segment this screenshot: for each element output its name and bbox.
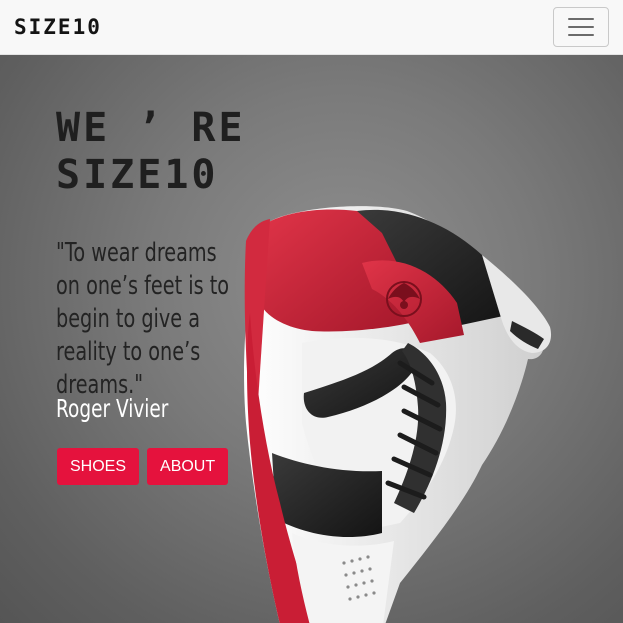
navbar-toggler-button[interactable] xyxy=(553,7,609,47)
hamburger-icon xyxy=(568,18,594,20)
hero-headline: WE ’ RE SIZE10 xyxy=(56,105,256,199)
quote-author: Roger Vivier xyxy=(56,394,169,423)
hamburger-icon xyxy=(568,34,594,36)
sneaker-image xyxy=(244,206,552,623)
hero-actions: SHOES ABOUT xyxy=(57,448,229,485)
hero-quote: "To wear dreams on one’s feet is to begi… xyxy=(56,238,230,400)
headline-line-2: SIZE10 xyxy=(56,152,219,198)
hero-section: WE ’ RE SIZE10 "To wear dreams on one’s … xyxy=(0,55,623,623)
brand-logo[interactable]: SIZE10 xyxy=(14,15,102,39)
hamburger-icon xyxy=(568,26,594,28)
hero-text: WE ’ RE SIZE10 "To wear dreams on one’s … xyxy=(56,105,256,423)
headline-line-1: WE ’ RE xyxy=(56,105,246,151)
shoes-button[interactable]: SHOES xyxy=(57,448,140,485)
navbar: SIZE10 xyxy=(0,0,623,55)
about-button[interactable]: ABOUT xyxy=(147,448,229,485)
